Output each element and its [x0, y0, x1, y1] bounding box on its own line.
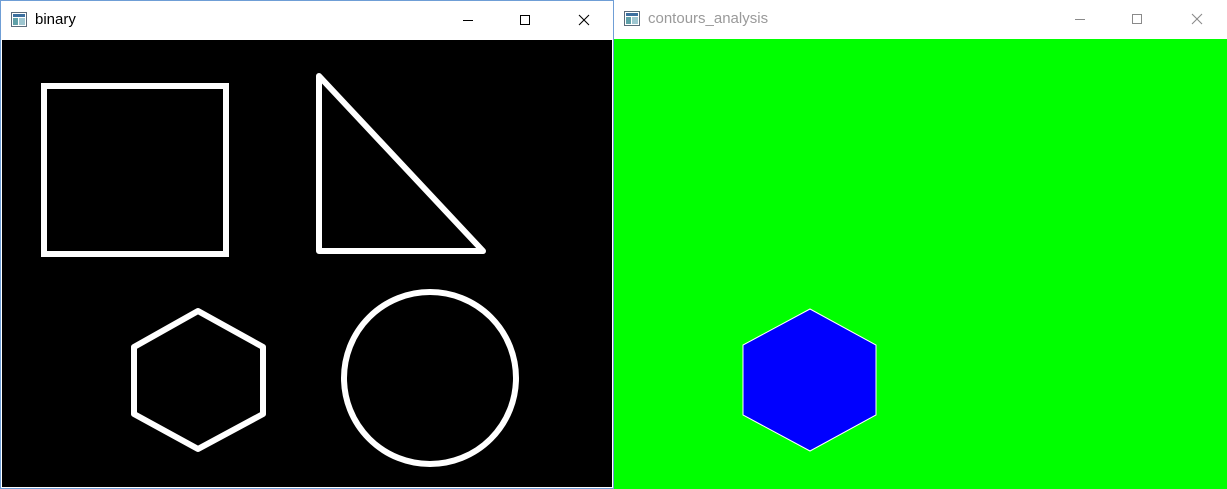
right-triangle-outline — [316, 73, 486, 254]
app-window-icon — [624, 11, 640, 26]
minimize-icon — [1074, 13, 1086, 25]
titlebar-binary[interactable]: binary — [1, 1, 613, 40]
minimize-button[interactable] — [1057, 0, 1103, 38]
close-icon — [1191, 13, 1203, 25]
close-button[interactable] — [561, 1, 607, 39]
square-outline — [41, 83, 229, 257]
close-icon — [578, 14, 590, 26]
hexagon-outline — [131, 308, 266, 452]
window-binary: binary — [0, 0, 614, 489]
image-canvas-binary — [2, 40, 612, 487]
titlebar-contours-analysis[interactable]: contours_analysis — [614, 0, 1227, 39]
window-title: contours_analysis — [648, 10, 769, 27]
maximize-button[interactable] — [1114, 0, 1160, 38]
minimize-icon — [462, 14, 474, 26]
maximize-button[interactable] — [502, 1, 548, 39]
image-canvas-contours-analysis — [614, 39, 1227, 489]
minimize-button[interactable] — [445, 1, 491, 39]
window-title: binary — [35, 11, 76, 28]
hexagon-filled — [742, 308, 877, 452]
app-window-icon — [11, 12, 27, 27]
maximize-icon — [519, 14, 531, 26]
maximize-icon — [1131, 13, 1143, 25]
close-button[interactable] — [1174, 0, 1220, 38]
window-contours-analysis: contours_analysis — [614, 0, 1227, 489]
circle-outline — [341, 289, 519, 467]
